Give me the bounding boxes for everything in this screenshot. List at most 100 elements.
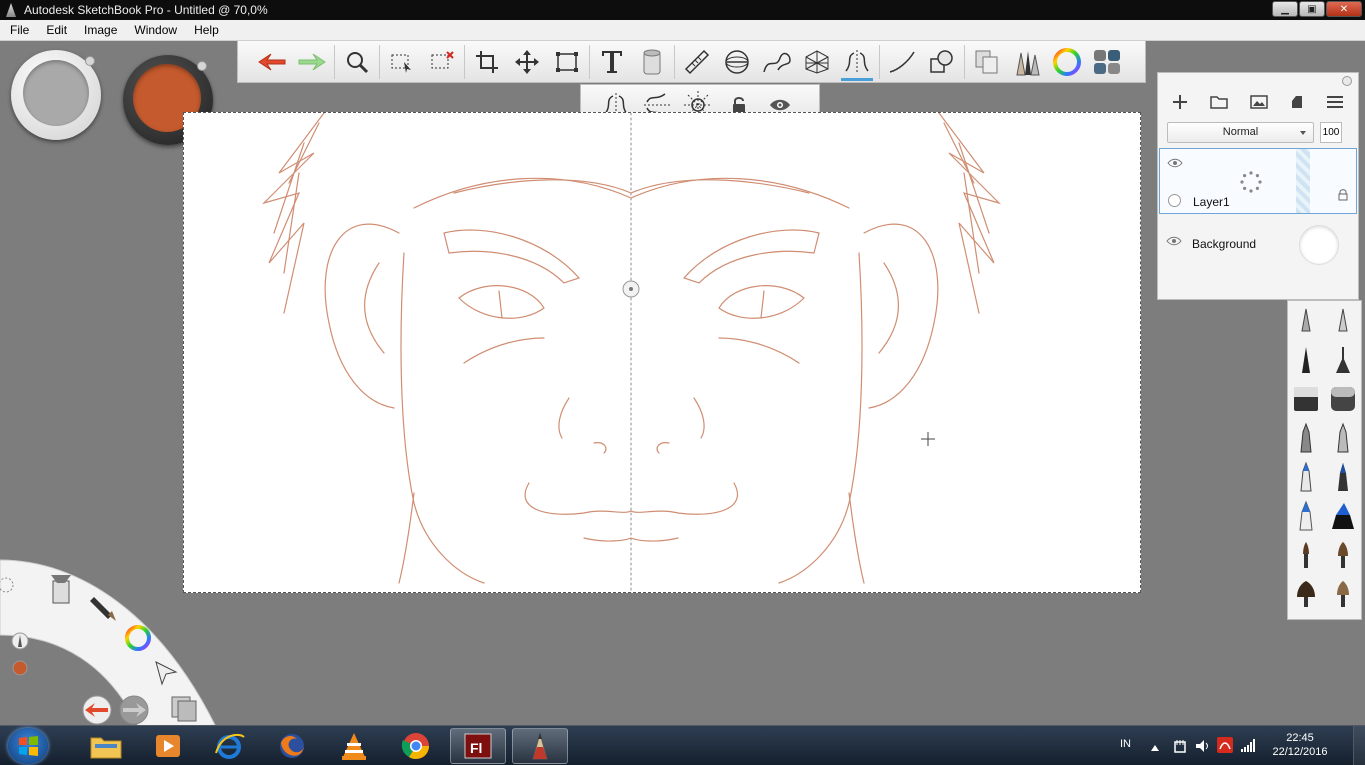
- media-player-icon: [156, 735, 180, 757]
- main-toolbar: [237, 41, 1146, 83]
- close-button[interactable]: ✕: [1326, 1, 1362, 17]
- loading-spinner-icon: [1240, 171, 1262, 196]
- menu-help[interactable]: Help: [184, 23, 226, 37]
- color-wheel-icon[interactable]: [1047, 42, 1087, 82]
- crop-icon[interactable]: [467, 42, 507, 82]
- palette-icon[interactable]: [1087, 42, 1127, 82]
- menu-bar: File Edit Image Window Help: [0, 20, 1365, 41]
- felt-pen-brush-icon[interactable]: [1325, 418, 1362, 457]
- layer-editor-header: [1158, 73, 1358, 89]
- paintbrush-flat-icon[interactable]: [1325, 574, 1362, 613]
- sketchbook-pencil-icon: [532, 731, 548, 760]
- highlighter-blue-icon[interactable]: [1325, 496, 1362, 535]
- taskbar-file-explorer[interactable]: [78, 728, 134, 764]
- eye-icon[interactable]: [1167, 157, 1183, 171]
- symmetry-icon[interactable]: [837, 42, 877, 82]
- perspective-icon[interactable]: [797, 42, 837, 82]
- clock[interactable]: 22:45 22/12/2016: [1265, 731, 1335, 759]
- show-hidden-icons-icon[interactable]: [1151, 742, 1159, 754]
- adobe-update-icon[interactable]: [1217, 737, 1233, 756]
- ruler-icon[interactable]: [677, 42, 717, 82]
- action-center-icon[interactable]: [1173, 739, 1187, 756]
- copy-paste-icon[interactable]: [967, 42, 1007, 82]
- puck-toggle-dot[interactable]: [197, 61, 207, 71]
- eraser-hard-icon[interactable]: [1325, 379, 1362, 418]
- layer-group-icon[interactable]: [1209, 95, 1228, 114]
- chrome-icon: [401, 733, 430, 760]
- background-color-thumb[interactable]: [1299, 225, 1339, 265]
- undo-icon[interactable]: [252, 42, 292, 82]
- taskbar-vlc[interactable]: [326, 728, 382, 764]
- ellipse-icon[interactable]: [717, 42, 757, 82]
- brush-properties-icon[interactable]: [90, 593, 118, 628]
- marker-brush-icon[interactable]: [1288, 418, 1325, 457]
- taskbar-flash[interactable]: Fl: [450, 728, 506, 764]
- flash-icon: Fl: [464, 733, 492, 759]
- network-signal-icon[interactable]: [1241, 738, 1257, 755]
- redo-icon[interactable]: [292, 42, 332, 82]
- chevron-down-icon: [1300, 130, 1306, 135]
- toolbar-divider: [334, 44, 335, 79]
- french-curve-icon[interactable]: [757, 42, 797, 82]
- technical-pen-brush-icon[interactable]: [1325, 340, 1362, 379]
- menu-image[interactable]: Image: [74, 23, 124, 37]
- hard-pencil-brush-icon[interactable]: [1325, 301, 1362, 340]
- lasso-select-icon[interactable]: [382, 42, 422, 82]
- magic-select-icon[interactable]: [422, 42, 462, 82]
- folder-icon: [90, 737, 122, 759]
- taskbar-internet-explorer[interactable]: [202, 728, 258, 764]
- language-indicator[interactable]: IN: [1120, 738, 1131, 750]
- brush-library-icon[interactable]: [1007, 42, 1047, 82]
- pencil-brush-icon[interactable]: [1288, 301, 1325, 340]
- blend-mode-select[interactable]: Normal: [1167, 121, 1314, 143]
- move-icon[interactable]: [507, 42, 547, 82]
- add-image-icon[interactable]: [1250, 94, 1268, 114]
- text-icon[interactable]: [592, 42, 632, 82]
- menu-edit[interactable]: Edit: [36, 23, 74, 37]
- puck-toggle-dot[interactable]: [85, 56, 95, 66]
- zoom-icon[interactable]: [337, 42, 377, 82]
- airbrush-icon[interactable]: [1325, 457, 1362, 496]
- volume-icon[interactable]: [1195, 739, 1211, 756]
- layer-select-radio[interactable]: [1168, 194, 1181, 207]
- add-layer-icon[interactable]: [1173, 94, 1188, 114]
- ink-pen-blue-icon[interactable]: [1288, 457, 1325, 496]
- clock-date: 22/12/2016: [1272, 746, 1328, 758]
- eraser-soft-icon[interactable]: [1288, 379, 1325, 418]
- drawing-canvas[interactable]: [183, 112, 1141, 594]
- toolbox-icon[interactable]: [47, 573, 75, 610]
- minimize-button[interactable]: ▁: [1272, 1, 1298, 17]
- ballpoint-brush-icon[interactable]: [1288, 340, 1325, 379]
- menu-file[interactable]: File: [0, 23, 36, 37]
- clear-layer-icon[interactable]: [1290, 95, 1304, 114]
- paintbrush-medium-icon[interactable]: [1325, 535, 1362, 574]
- fill-bucket-icon[interactable]: [632, 42, 672, 82]
- show-desktop-button[interactable]: [1353, 726, 1365, 765]
- layer-menu-icon[interactable]: [1326, 95, 1343, 113]
- paintbrush-wide-icon[interactable]: [1288, 574, 1325, 613]
- taskbar-firefox[interactable]: [264, 728, 320, 764]
- menu-window[interactable]: Window: [124, 23, 184, 37]
- layers-icon[interactable]: [170, 695, 198, 728]
- color-editor-icon[interactable]: [124, 624, 152, 657]
- taskbar-chrome[interactable]: [388, 728, 444, 764]
- maximize-button[interactable]: ▣: [1299, 1, 1325, 17]
- start-button[interactable]: [8, 728, 48, 764]
- transform-icon[interactable]: [547, 42, 587, 82]
- shape-icon[interactable]: [922, 42, 962, 82]
- opacity-field[interactable]: 100: [1320, 121, 1342, 143]
- svg-text:Fl: Fl: [470, 740, 482, 756]
- close-panel-button[interactable]: [1342, 76, 1352, 86]
- eye-icon[interactable]: [1166, 235, 1182, 249]
- taskbar-sketchbook[interactable]: [512, 728, 568, 764]
- lock-icon[interactable]: [1338, 189, 1348, 204]
- secondary-color-puck[interactable]: [11, 50, 101, 140]
- layer-row-layer1[interactable]: Layer1: [1159, 148, 1357, 214]
- layer-opacity-strip[interactable]: [1296, 149, 1310, 213]
- select-pointer-icon[interactable]: [152, 658, 180, 691]
- stroke-icon[interactable]: [882, 42, 922, 82]
- layer-row-background[interactable]: Background: [1159, 217, 1357, 283]
- taskbar-media-player[interactable]: [140, 728, 196, 764]
- paintbrush-small-icon[interactable]: [1288, 535, 1325, 574]
- chisel-marker-icon[interactable]: [1288, 496, 1325, 535]
